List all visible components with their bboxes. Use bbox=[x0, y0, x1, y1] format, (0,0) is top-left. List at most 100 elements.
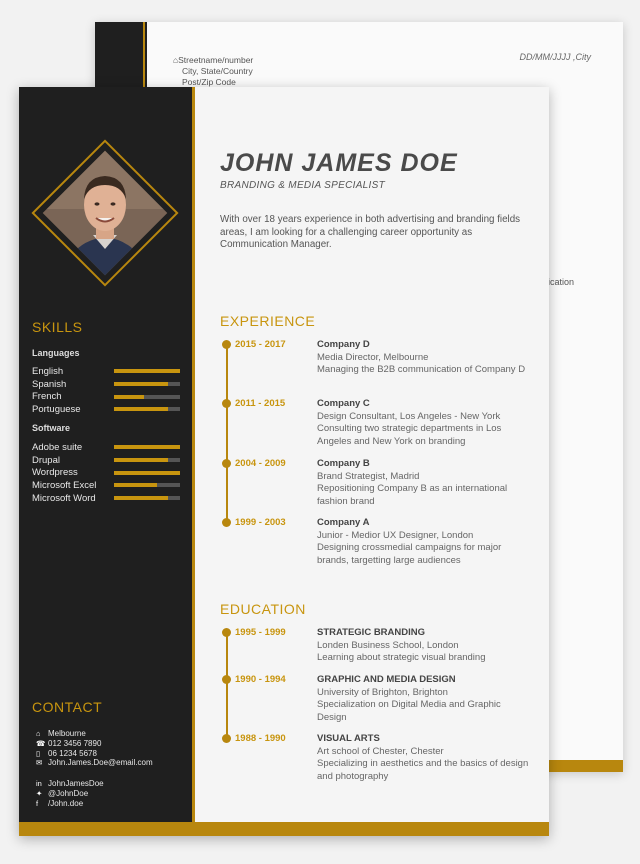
skill-name: Drupal bbox=[32, 454, 60, 466]
skill-bar bbox=[114, 458, 180, 463]
entry-line: Brand Strategist, Madrid bbox=[317, 470, 420, 482]
bottom-bar bbox=[19, 822, 549, 836]
skill-bar bbox=[114, 407, 180, 412]
skill-bar-fill bbox=[114, 369, 180, 374]
contact-text: 012 3456 7890 bbox=[48, 739, 102, 749]
entry-line: Specializing in aesthetics and the basic… bbox=[317, 758, 529, 783]
skill-bar bbox=[114, 483, 180, 488]
entry-line: Repositioning Company B as an internatio… bbox=[317, 483, 508, 508]
software-label: Software bbox=[32, 423, 71, 433]
education-timeline bbox=[226, 633, 228, 741]
entry-details: Company B Brand Strategist, Madrid Reposit… bbox=[317, 458, 532, 509]
contact-text: John.James.Doe@email.com bbox=[48, 758, 153, 768]
skill-row: Adobe suite bbox=[32, 441, 182, 454]
entry-years: 2011 - 2015 bbox=[235, 398, 286, 409]
skill-row: Portuguese bbox=[32, 403, 182, 416]
contact-item: ✉ John.James.Doe@email.com bbox=[36, 758, 153, 768]
mobile-icon: ▯ bbox=[36, 748, 41, 758]
entry-title: Company C bbox=[317, 398, 370, 409]
profile-summary: With over 18 years experience in both ad… bbox=[220, 214, 521, 251]
entry-years: 2004 - 2009 bbox=[235, 458, 286, 469]
skill-name: Microsoft Word bbox=[32, 492, 96, 504]
skill-bar bbox=[114, 394, 180, 399]
skill-row: English bbox=[32, 365, 182, 378]
skill-bar-fill bbox=[114, 470, 180, 475]
phone-icon: ☎ bbox=[36, 739, 46, 749]
timeline-dot bbox=[222, 628, 231, 637]
skill-bar bbox=[114, 470, 180, 475]
skill-row: Drupal bbox=[32, 454, 182, 467]
portrait-image bbox=[42, 150, 168, 276]
entry-line: Designing crossmedial campaigns for majo… bbox=[317, 542, 502, 567]
email-icon: ✉ bbox=[36, 758, 43, 768]
contact-item: in JohnJamesDoe bbox=[36, 779, 104, 789]
skill-name: Adobe suite bbox=[32, 441, 83, 453]
contact-text: Melbourne bbox=[48, 729, 86, 739]
entry-details: STRATEGIC BRANDING Londen Business School… bbox=[317, 627, 532, 665]
skill-bar-fill bbox=[114, 445, 180, 450]
contact-item: f/John.doe bbox=[36, 798, 104, 808]
contact-text: 06 1234 5678 bbox=[48, 748, 97, 758]
entry-title: VISUAL ARTS bbox=[317, 733, 380, 744]
entry-title: Company A bbox=[317, 517, 370, 528]
entry-title: GRAPHIC AND MEDIA DESIGN bbox=[317, 674, 456, 685]
entry-years: 1999 - 2003 bbox=[235, 517, 286, 528]
entry-details: Company D Media Director, Melbourne Managi… bbox=[317, 339, 532, 377]
entry-details: Company C Design Consultant, Los Angeles … bbox=[317, 398, 532, 449]
entry-title: Company B bbox=[317, 458, 370, 469]
entry-years: 1990 - 1994 bbox=[235, 674, 286, 685]
skill-bar bbox=[114, 496, 180, 501]
entry-line: Design Consultant, Los Angeles - New Yor… bbox=[317, 410, 501, 422]
timeline-dot bbox=[222, 734, 231, 743]
skill-row: French bbox=[32, 390, 182, 403]
entry-line: Learning about strategic visual branding bbox=[317, 652, 486, 664]
sidebar-gold-line bbox=[192, 87, 195, 822]
contact-item: ☎ 012 3456 7890 bbox=[36, 739, 153, 749]
languages-list: English Spanish French Portuguese bbox=[32, 365, 182, 416]
skill-bar-fill bbox=[114, 458, 169, 463]
linkedin-icon: in bbox=[36, 779, 42, 789]
entry-details: GRAPHIC AND MEDIA DESIGN University of Br… bbox=[317, 674, 532, 725]
social-list: in JohnJamesDoe ✦ @JohnDoe f/John.doe bbox=[36, 779, 104, 808]
skill-bar-fill bbox=[114, 496, 169, 501]
entry-years: 2015 - 2017 bbox=[235, 339, 286, 350]
skill-row: Spanish bbox=[32, 378, 182, 391]
entry-line: Consulting two strategic departments in … bbox=[317, 423, 502, 448]
facebook-icon: f bbox=[36, 798, 39, 808]
entry-line: Art school of Chester, Chester bbox=[317, 745, 444, 757]
skill-row: Microsoft Word bbox=[32, 492, 182, 505]
entry-title: Company D bbox=[317, 339, 370, 350]
sidebar: SKILLS Languages English Spanish French Por… bbox=[19, 87, 192, 822]
experience-title: EXPERIENCE bbox=[220, 313, 316, 329]
skill-name: Microsoft Excel bbox=[32, 479, 97, 491]
skill-name: Portuguese bbox=[32, 403, 81, 415]
skill-bar bbox=[114, 445, 180, 450]
entry-years: 1988 - 1990 bbox=[235, 733, 286, 744]
timeline-dot bbox=[222, 675, 231, 684]
job-title: BRANDING & MEDIA SPECIALIST bbox=[220, 180, 385, 191]
contact-title: CONTACT bbox=[32, 699, 103, 715]
skill-name: Wordpress bbox=[32, 467, 78, 479]
entry-line: Media Director, Melbourne bbox=[317, 351, 429, 363]
entry-line: Managing the B2B communication of Compan… bbox=[317, 364, 526, 376]
skill-bar-fill bbox=[114, 483, 157, 488]
skill-bar bbox=[114, 382, 180, 387]
back-date: DD/MM/JJJJ ,City bbox=[519, 52, 592, 62]
skill-bar-fill bbox=[114, 394, 144, 399]
skill-name: French bbox=[32, 391, 62, 403]
entry-details: Company A Junior - Medior UX Designer, Lo… bbox=[317, 517, 532, 568]
timeline-dot bbox=[222, 399, 231, 408]
education-title: EDUCATION bbox=[220, 601, 306, 617]
photo-frame bbox=[31, 139, 179, 287]
contact-list: ⌂ Melbourne ☎ 012 3456 7890 ▯ 06 1234 5678 ✉ Jo… bbox=[36, 729, 153, 768]
entry-line: Junior - Medior UX Designer, London bbox=[317, 529, 474, 541]
contact-item: ✦ @JohnDoe bbox=[36, 789, 104, 799]
entry-line: University of Brighton, Brighton bbox=[317, 686, 448, 698]
languages-label: Languages bbox=[32, 348, 80, 358]
skills-title: SKILLS bbox=[32, 319, 83, 335]
twitter-icon: ✦ bbox=[36, 789, 43, 799]
resume-page: SKILLS Languages English Spanish French Por… bbox=[19, 87, 549, 836]
skill-name: English bbox=[32, 365, 64, 377]
contact-item: ⌂ Melbourne bbox=[36, 729, 153, 739]
skill-bar-fill bbox=[114, 382, 169, 387]
